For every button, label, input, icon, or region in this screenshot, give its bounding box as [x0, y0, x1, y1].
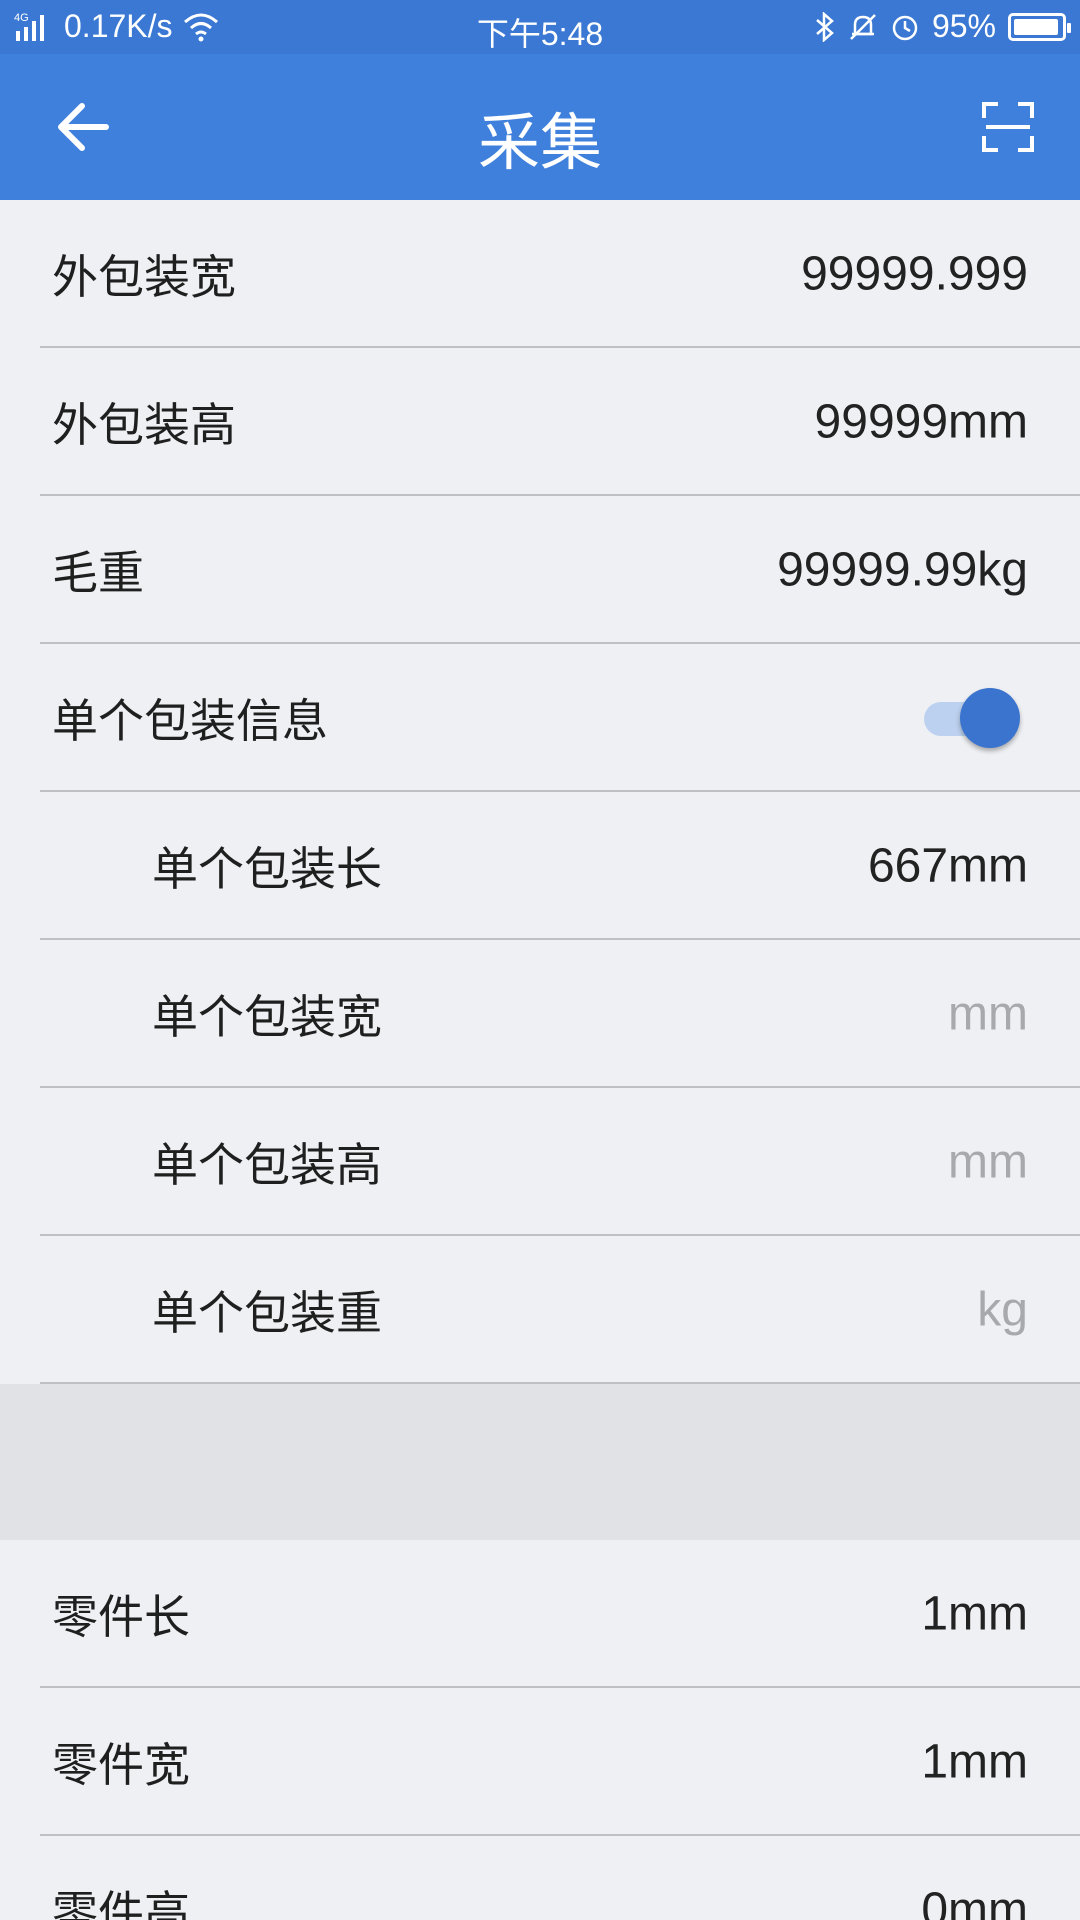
outer-width-label: 外包装宽 [52, 250, 236, 304]
gross-weight-value[interactable]: 99999.99kg [777, 543, 1028, 598]
single-package-weight-label: 单个包装重 [152, 1286, 382, 1340]
form-list: 外包装宽 99999.999 外包装高 99999mm 毛重 99999.99k… [0, 200, 1080, 1920]
gross-weight-label: 毛重 [52, 546, 144, 600]
single-package-height-row[interactable]: 单个包装高 mm [0, 1088, 1080, 1236]
app-bar: 采集 [0, 54, 1080, 200]
section-gap [0, 1384, 1080, 1540]
bluetooth-icon [816, 11, 834, 42]
battery-icon [1008, 12, 1071, 41]
scan-icon[interactable] [982, 102, 1034, 152]
part-height-label: 零件高 [52, 1886, 190, 1920]
single-package-width-label: 单个包装宽 [152, 990, 382, 1044]
battery-fill [1014, 18, 1058, 35]
single-package-info-label: 单个包装信息 [52, 694, 328, 748]
outer-height-value[interactable]: 99999mm [815, 395, 1028, 450]
single-package-length-label: 单个包装长 [152, 842, 382, 896]
outer-height-row[interactable]: 外包装高 99999mm [0, 348, 1080, 496]
status-right: 95% [814, 8, 1071, 45]
part-width-label: 零件宽 [52, 1738, 190, 1792]
divider [40, 1382, 1080, 1384]
outer-height-label: 外包装高 [52, 398, 236, 452]
gross-weight-row[interactable]: 毛重 99999.99kg [0, 496, 1080, 644]
alarm-icon [892, 15, 918, 40]
page-title: 采集 [477, 106, 602, 179]
part-length-label: 零件长 [52, 1590, 190, 1644]
single-package-length-row[interactable]: 单个包装长 667mm [0, 792, 1080, 940]
battery-percent: 95% [931, 8, 996, 44]
part-width-row[interactable]: 零件宽 1mm [0, 1688, 1080, 1836]
part-height-row[interactable]: 零件高 0mm [0, 1836, 1080, 1920]
single-package-height-label: 单个包装高 [152, 1138, 382, 1192]
outer-width-row[interactable]: 外包装宽 99999.999 [0, 200, 1080, 348]
part-length-row[interactable]: 零件长 1mm [0, 1540, 1080, 1688]
single-package-height-input[interactable]: mm [948, 1135, 1028, 1190]
single-package-length-value[interactable]: 667mm [868, 839, 1028, 894]
single-package-width-input[interactable]: mm [948, 987, 1028, 1042]
part-width-value[interactable]: 1mm [921, 1735, 1028, 1790]
toggle-knob [960, 688, 1020, 748]
outer-width-value[interactable]: 99999.999 [801, 247, 1028, 302]
mute-icon [850, 13, 876, 40]
part-length-value[interactable]: 1mm [921, 1587, 1028, 1642]
single-package-info-toggle[interactable] [920, 688, 1020, 748]
part-height-value[interactable]: 0mm [921, 1883, 1028, 1920]
single-package-width-row[interactable]: 单个包装宽 mm [0, 940, 1080, 1088]
single-package-weight-input[interactable]: kg [977, 1283, 1028, 1338]
status-bar: 4G 0.17K/s 下午5:48 95% [0, 0, 1080, 54]
single-package-info-row: 单个包装信息 [0, 644, 1080, 792]
single-package-weight-row[interactable]: 单个包装重 kg [0, 1236, 1080, 1384]
